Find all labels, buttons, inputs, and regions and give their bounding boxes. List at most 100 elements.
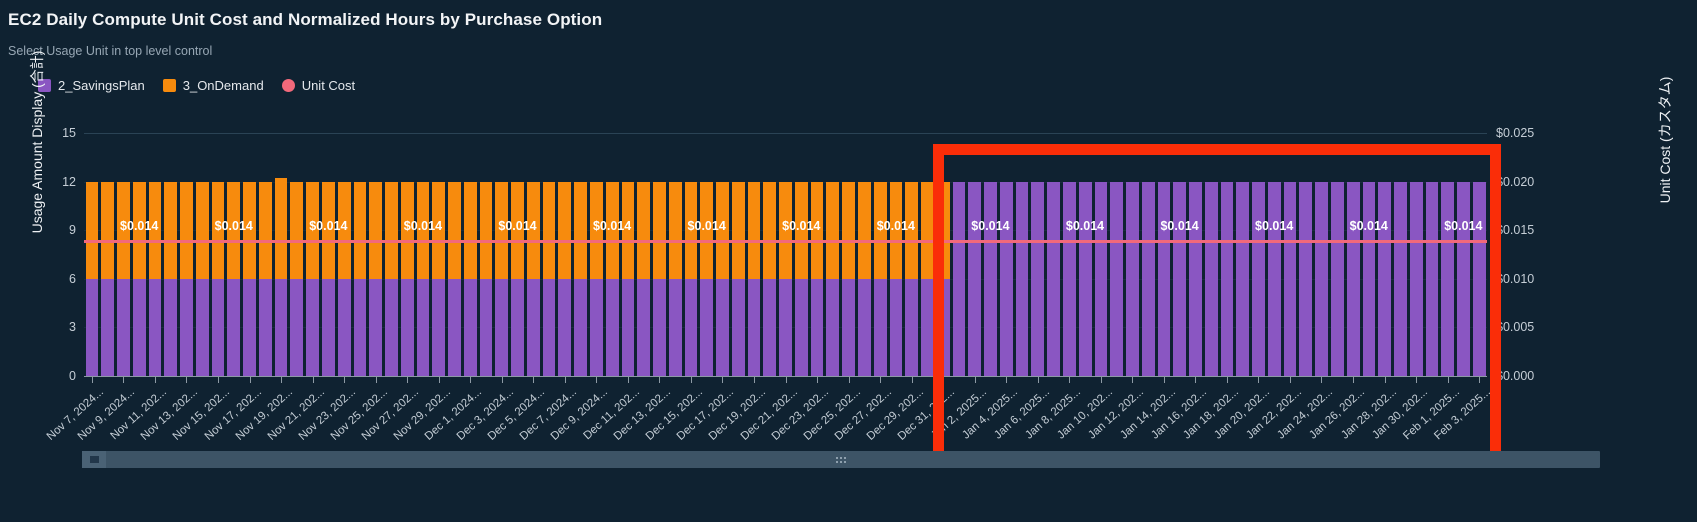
bar-segment-ondemand[interactable] <box>353 181 367 279</box>
bar-segment-savingsplan[interactable] <box>842 278 856 376</box>
bar-segment-savingsplan[interactable] <box>1394 181 1407 376</box>
bar-column[interactable] <box>525 133 541 376</box>
bar-column[interactable] <box>683 133 699 376</box>
bar-segment-ondemand[interactable] <box>385 181 398 279</box>
bar-segment-ondemand[interactable] <box>637 181 651 279</box>
bar-segment-ondemand[interactable] <box>763 181 777 279</box>
bar-segment-savingsplan[interactable] <box>1157 181 1171 376</box>
bar-segment-savingsplan[interactable] <box>195 278 209 376</box>
bar-column[interactable] <box>1188 133 1204 376</box>
bar-segment-ondemand[interactable] <box>448 181 461 279</box>
bar-segment-ondemand[interactable] <box>164 181 178 279</box>
bar-column[interactable] <box>1266 133 1282 376</box>
legend-item-2-savingsplan[interactable]: 2_SavingsPlan <box>38 78 145 93</box>
bar-column[interactable] <box>131 133 147 376</box>
bar-column[interactable] <box>857 133 873 376</box>
bar-segment-savingsplan[interactable] <box>1141 181 1155 376</box>
bar-segment-ondemand[interactable] <box>258 181 272 279</box>
bar-segment-ondemand[interactable] <box>195 181 209 279</box>
bar-segment-ondemand[interactable] <box>558 181 572 279</box>
bar-segment-savingsplan[interactable] <box>684 278 698 376</box>
bar-column[interactable] <box>1046 133 1062 376</box>
bar-column[interactable] <box>194 133 210 376</box>
bar-column[interactable] <box>226 133 242 376</box>
bar-segment-ondemand[interactable] <box>101 181 115 279</box>
bar-column[interactable] <box>320 133 336 376</box>
bar-segment-savingsplan[interactable] <box>448 278 461 376</box>
bar-segment-savingsplan[interactable] <box>148 278 162 376</box>
bar-segment-savingsplan[interactable] <box>526 278 540 376</box>
bar-segment-savingsplan[interactable] <box>274 278 288 376</box>
bar-segment-savingsplan[interactable] <box>747 278 761 376</box>
bar-column[interactable] <box>399 133 415 376</box>
bar-segment-ondemand[interactable] <box>668 181 682 279</box>
bar-segment-savingsplan[interactable] <box>1220 181 1234 376</box>
bar-column[interactable] <box>557 133 573 376</box>
bar-segment-savingsplan[interactable] <box>574 278 587 376</box>
bar-segment-savingsplan[interactable] <box>1031 181 1045 376</box>
scrollbar-left-handle[interactable] <box>82 451 106 468</box>
bar-column[interactable] <box>636 133 652 376</box>
bar-column[interactable] <box>368 133 384 376</box>
bar-segment-savingsplan[interactable] <box>1409 181 1423 376</box>
bar-segment-ondemand[interactable] <box>274 178 288 279</box>
bar-column[interactable] <box>289 133 305 376</box>
bar-column[interactable] <box>1235 133 1251 376</box>
bar-column[interactable] <box>462 133 478 376</box>
bar-segment-savingsplan[interactable] <box>432 278 446 376</box>
bar-segment-savingsplan[interactable] <box>400 278 414 376</box>
bar-segment-ondemand[interactable] <box>858 181 871 279</box>
bar-column[interactable] <box>967 133 983 376</box>
bar-segment-savingsplan[interactable] <box>306 278 319 376</box>
bar-segment-ondemand[interactable] <box>921 181 934 279</box>
bar-column[interactable] <box>793 133 809 376</box>
bar-column[interactable] <box>1471 133 1487 376</box>
legend-item-3-ondemand[interactable]: 3_OnDemand <box>162 78 264 93</box>
bar-segment-ondemand[interactable] <box>826 181 840 279</box>
bar-column[interactable] <box>541 133 557 376</box>
bar-column[interactable] <box>415 133 431 376</box>
bar-column[interactable] <box>935 133 951 376</box>
bar-segment-savingsplan[interactable] <box>321 278 335 376</box>
bar-segment-savingsplan[interactable] <box>337 278 351 376</box>
bar-column[interactable] <box>589 133 605 376</box>
bar-segment-savingsplan[interactable] <box>1094 181 1108 376</box>
bar-column[interactable] <box>163 133 179 376</box>
bar-column[interactable] <box>998 133 1014 376</box>
bar-segment-savingsplan[interactable] <box>605 278 619 376</box>
bar-column[interactable] <box>242 133 258 376</box>
bar-segment-savingsplan[interactable] <box>952 181 966 376</box>
bar-column[interactable] <box>746 133 762 376</box>
bar-column[interactable] <box>1203 133 1219 376</box>
bar-segment-savingsplan[interactable] <box>653 278 666 376</box>
bar-segment-savingsplan[interactable] <box>353 278 367 376</box>
bar-segment-savingsplan[interactable] <box>999 181 1013 376</box>
bar-segment-savingsplan[interactable] <box>101 278 115 376</box>
bar-segment-ondemand[interactable] <box>542 181 556 279</box>
bar-segment-savingsplan[interactable] <box>1173 181 1187 376</box>
bar-column[interactable] <box>1298 133 1314 376</box>
bar-segment-ondemand[interactable] <box>369 181 383 279</box>
bar-column[interactable] <box>762 133 778 376</box>
bar-column[interactable] <box>210 133 226 376</box>
bar-column[interactable] <box>273 133 289 376</box>
bar-segment-savingsplan[interactable] <box>180 278 193 376</box>
bar-column[interactable] <box>1393 133 1409 376</box>
bar-column[interactable] <box>1140 133 1156 376</box>
bar-column[interactable] <box>1077 133 1093 376</box>
bar-column[interactable] <box>147 133 163 376</box>
bar-segment-savingsplan[interactable] <box>921 278 934 376</box>
bar-segment-ondemand[interactable] <box>936 181 950 279</box>
bar-segment-savingsplan[interactable] <box>873 278 887 376</box>
bar-segment-savingsplan[interactable] <box>385 278 398 376</box>
bar-segment-savingsplan[interactable] <box>1062 181 1076 376</box>
bar-column[interactable] <box>1061 133 1077 376</box>
bar-column[interactable] <box>1440 133 1456 376</box>
bar-column[interactable] <box>1030 133 1046 376</box>
bar-column[interactable] <box>431 133 447 376</box>
bar-segment-savingsplan[interactable] <box>542 278 556 376</box>
bar-segment-savingsplan[interactable] <box>1472 181 1486 376</box>
bar-column[interactable] <box>667 133 683 376</box>
bar-segment-ondemand[interactable] <box>842 181 856 279</box>
bar-segment-savingsplan[interactable] <box>826 278 840 376</box>
